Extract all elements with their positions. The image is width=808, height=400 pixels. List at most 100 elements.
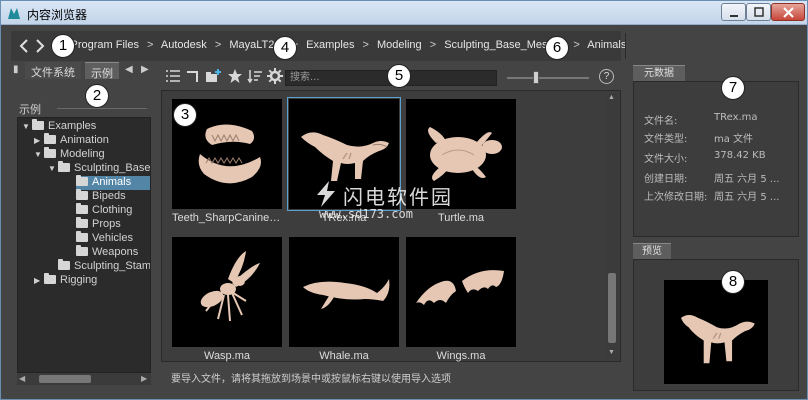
tree-item[interactable]: Vehicles [76,231,150,246]
path-bar: > Program Files > Autodesk > MayaLT2... … [11,31,626,61]
thumbnail-item[interactable]: Wasp.ma [172,237,282,367]
bookmark-star-icon[interactable] [227,68,243,84]
go-up-icon[interactable] [185,68,201,84]
tab-next-icon[interactable]: ▶ [141,64,149,75]
breadcrumb-separator: > [573,39,580,51]
scroll-left-icon[interactable]: ◀ [19,374,25,383]
breadcrumb: > Program Files > Autodesk > MayaLT2... … [51,39,626,51]
breadcrumb-item[interactable]: Autodesk [161,39,207,51]
maximize-icon [754,7,764,17]
folder-icon [44,273,56,284]
metadata-key: 上次修改日期: [644,192,708,203]
expand-caret-icon[interactable]: ▶ [34,136,44,145]
breadcrumb-item[interactable]: Animals [587,39,626,51]
minimize-button[interactable] [721,3,746,21]
scroll-right-icon[interactable]: ▶ [141,374,147,383]
maximize-button[interactable] [746,3,771,21]
preview-panel [633,259,799,391]
scroll-down-icon[interactable]: ▼ [608,349,615,356]
metadata-value: 周五 六月 5 ... [714,192,780,203]
settings-gear-icon[interactable] [267,68,283,84]
metadata-row: 文件名: TRex.ma [644,112,794,127]
collapse-caret-icon[interactable]: ▼ [34,150,44,159]
breadcrumb-item[interactable]: Examples [306,39,354,51]
folder-icon [76,217,88,228]
folder-icon [44,133,56,144]
folder-icon [76,175,88,186]
thumbnail-grid: Teeth_SharpCanines.... TRex.ma Turtle.ma… [161,90,621,362]
scroll-up-icon[interactable]: ▲ [608,94,615,101]
tree-item[interactable]: ▼ Sculpting_Base_Meshes [48,161,151,176]
callout-marker: 7 [721,76,745,100]
thumbnail-item[interactable]: Whale.ma [289,237,399,367]
slider-handle[interactable] [533,71,539,84]
tree-item-label: Examples [48,120,97,132]
new-folder-icon[interactable] [205,68,221,84]
thumbnail-image [289,237,399,347]
expand-caret-icon[interactable]: ▶ [34,276,44,285]
tree-item[interactable]: ▼ Examples [22,119,150,134]
tree-item-label: Props [92,218,121,230]
tab-metadata[interactable]: 元数据 [633,65,685,81]
tree-item[interactable]: ▶ Rigging [34,273,150,288]
folder-tree: ▼ Examples ▶ Animation ▼ Modeling ▼ Sculptin… [17,117,151,373]
thumbnail-size-slider[interactable] [507,77,589,79]
scrollbar-thumb[interactable] [608,273,616,343]
forward-arrow-icon[interactable] [33,38,47,54]
callout-marker: 5 [387,64,411,88]
folder-icon [58,161,70,172]
thumbnail-label: Whale.ma [319,350,369,362]
callout-marker: 8 [721,270,745,294]
folder-icon [76,203,88,214]
callout-marker: 4 [273,36,297,60]
tab-prev-icon[interactable]: ◀ [125,64,133,75]
maya-app-icon [8,8,20,19]
tree-item[interactable]: Clothing [76,203,150,218]
metadata-value: ma 文件 [714,134,754,145]
metadata-panel: 文件名: TRex.ma 文件类型: ma 文件 文件大小: 378.42 KB… [633,81,799,237]
divider [57,108,147,109]
watermark: 闪电软件园 www.sd173.com [315,181,495,225]
tree-item-label: Sculpting_Base_Meshes [74,162,151,174]
metadata-key: 文件大小: [644,154,688,165]
horizontal-scrollbar[interactable]: ◀ ▶ [17,373,151,385]
tree-item[interactable]: ▶ Animation [34,133,150,148]
tree-item[interactable]: Bipeds [76,189,150,204]
left-panel: ▮ 文件系统 示例 ◀ ▶ 示例 ▼ Examples ▶ Animation ▼ M… [11,61,155,391]
metadata-row: 上次修改日期: 周五 六月 5 ... [644,188,794,203]
vertical-scrollbar[interactable]: ▲ ▼ [606,93,618,359]
folder-icon [76,189,88,200]
tree-item[interactable]: Sculpting_Stamps [58,259,150,274]
collapse-caret-icon[interactable]: ▼ [22,122,32,131]
back-arrow-icon[interactable] [17,38,31,54]
tab-examples[interactable]: 示例 [85,62,119,80]
tree-item[interactable]: Weapons [76,245,150,260]
tab-scroll-left-icon[interactable]: ▮ [13,64,19,75]
tree-item[interactable]: ▼ Modeling [34,147,150,162]
section-label: 示例 [19,103,41,116]
title-bar[interactable]: 内容浏览器 [1,1,807,25]
tab-preview[interactable]: 预览 [633,243,671,259]
breadcrumb-item[interactable]: Program Files [71,39,139,51]
collapse-caret-icon[interactable]: ▼ [48,164,58,173]
help-icon[interactable]: ? [599,69,614,84]
close-icon [783,7,794,18]
metadata-row: 创建日期: 周五 六月 5 ... [644,170,794,185]
list-view-icon[interactable] [165,68,181,84]
tree-item-selected[interactable]: Animals [76,175,150,190]
scrollbar-thumb[interactable] [39,375,91,383]
thumbnail-item[interactable]: Wings.ma [406,237,516,367]
callout-marker: 6 [545,36,569,60]
tree-item[interactable]: Props [76,217,150,232]
tab-file-system[interactable]: 文件系统 [25,62,81,79]
thumbnail-label: Teeth_SharpCanines.... [172,212,282,224]
watermark-url: www.sd173.com [319,207,413,221]
close-button[interactable] [771,3,805,21]
breadcrumb-item[interactable]: Modeling [377,39,422,51]
folder-icon [76,245,88,256]
sort-icon[interactable] [247,68,263,84]
tree-item-label: Animals [92,176,132,188]
metadata-key: 文件名: [644,116,678,127]
tab-bar: ▮ 文件系统 示例 ◀ ▶ [11,61,155,81]
callout-marker: 3 [173,103,197,127]
